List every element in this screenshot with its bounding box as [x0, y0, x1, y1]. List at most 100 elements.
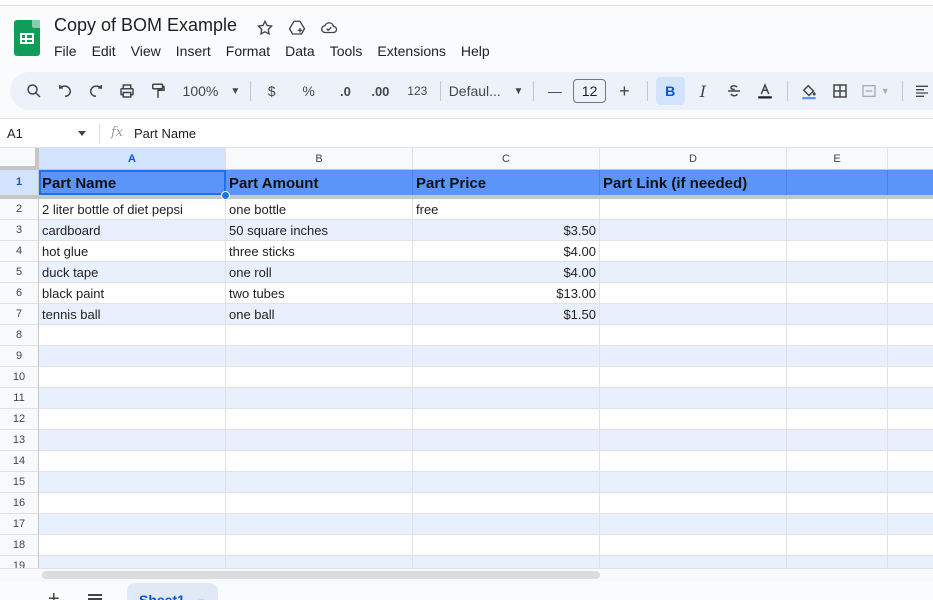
table-cell[interactable]: [787, 556, 888, 568]
column-header-d[interactable]: D: [600, 148, 787, 170]
table-cell[interactable]: [888, 346, 933, 367]
row-header[interactable]: 18: [0, 535, 39, 556]
search-menus-icon[interactable]: [22, 77, 47, 105]
table-cell[interactable]: [600, 556, 787, 568]
table-cell[interactable]: [226, 451, 413, 472]
add-sheet-icon[interactable]: +: [48, 588, 60, 600]
table-cell[interactable]: [888, 451, 933, 472]
row-header[interactable]: 2: [0, 199, 39, 220]
scrollbar-thumb[interactable]: [42, 571, 600, 579]
table-cell[interactable]: [600, 283, 787, 304]
fill-handle[interactable]: [221, 191, 230, 200]
table-cell[interactable]: [39, 451, 226, 472]
table-cell[interactable]: [39, 430, 226, 451]
table-cell[interactable]: [888, 409, 933, 430]
table-cell[interactable]: 50 square inches: [226, 220, 413, 241]
table-cell[interactable]: free: [413, 199, 600, 220]
header-cell[interactable]: [787, 170, 888, 195]
table-cell[interactable]: [787, 430, 888, 451]
formula-input[interactable]: Part Name: [134, 126, 196, 141]
table-cell[interactable]: [39, 388, 226, 409]
row-header[interactable]: 10: [0, 367, 39, 388]
table-cell[interactable]: [787, 262, 888, 283]
row-header[interactable]: 11: [0, 388, 39, 409]
table-cell[interactable]: [787, 367, 888, 388]
table-cell[interactable]: [600, 367, 787, 388]
table-cell[interactable]: [600, 409, 787, 430]
table-cell[interactable]: [787, 304, 888, 325]
menu-extensions[interactable]: Extensions: [377, 43, 445, 59]
sheet-tab[interactable]: Sheet1 ▼: [127, 583, 218, 600]
table-cell[interactable]: [600, 514, 787, 535]
header-cell[interactable]: Part Link (if needed): [600, 170, 787, 195]
merge-cells-icon[interactable]: ▼: [858, 77, 892, 105]
table-cell[interactable]: [600, 472, 787, 493]
row-header[interactable]: 3: [0, 220, 39, 241]
bold-button[interactable]: B: [655, 77, 685, 105]
table-cell[interactable]: cardboard: [39, 220, 226, 241]
table-cell[interactable]: [787, 535, 888, 556]
table-cell[interactable]: three sticks: [226, 241, 413, 262]
table-cell[interactable]: [39, 556, 226, 568]
fill-color-icon[interactable]: [796, 77, 821, 105]
row-header[interactable]: 4: [0, 241, 39, 262]
table-cell[interactable]: [888, 556, 933, 568]
print-icon[interactable]: [115, 77, 140, 105]
table-cell[interactable]: [413, 388, 600, 409]
column-header-e[interactable]: E: [787, 148, 888, 170]
table-cell[interactable]: [413, 493, 600, 514]
table-cell[interactable]: [600, 262, 787, 283]
menu-help[interactable]: Help: [461, 43, 490, 59]
table-cell[interactable]: 2 liter bottle of diet pepsi: [39, 199, 226, 220]
row-header[interactable]: 6: [0, 283, 39, 304]
format-currency-button[interactable]: $: [259, 77, 284, 105]
table-cell[interactable]: [413, 346, 600, 367]
table-cell[interactable]: $4.00: [413, 241, 600, 262]
table-cell[interactable]: [888, 304, 933, 325]
star-icon[interactable]: [255, 18, 275, 38]
menu-view[interactable]: View: [131, 43, 161, 59]
menu-insert[interactable]: Insert: [176, 43, 211, 59]
table-cell[interactable]: [600, 304, 787, 325]
table-cell[interactable]: [226, 472, 413, 493]
table-cell[interactable]: [600, 325, 787, 346]
table-cell[interactable]: [226, 556, 413, 568]
table-cell[interactable]: [39, 493, 226, 514]
table-cell[interactable]: [888, 325, 933, 346]
horizontal-align-icon[interactable]: ▼: [911, 77, 933, 105]
table-cell[interactable]: [888, 220, 933, 241]
table-cell[interactable]: one roll: [226, 262, 413, 283]
header-cell[interactable]: [888, 170, 933, 195]
row-header[interactable]: 8: [0, 325, 39, 346]
table-cell[interactable]: tennis ball: [39, 304, 226, 325]
row-header[interactable]: 1: [0, 170, 39, 195]
table-cell[interactable]: [413, 430, 600, 451]
table-cell[interactable]: [600, 451, 787, 472]
menu-format[interactable]: Format: [226, 43, 270, 59]
table-cell[interactable]: [39, 514, 226, 535]
menu-data[interactable]: Data: [285, 43, 315, 59]
table-cell[interactable]: [413, 409, 600, 430]
table-cell[interactable]: $3.50: [413, 220, 600, 241]
increase-font-size-icon[interactable]: +: [612, 77, 637, 105]
table-cell[interactable]: [600, 535, 787, 556]
row-header[interactable]: 19: [0, 556, 39, 568]
horizontal-scrollbar[interactable]: [0, 568, 933, 582]
table-cell[interactable]: [888, 514, 933, 535]
row-header[interactable]: 13: [0, 430, 39, 451]
table-cell[interactable]: [226, 346, 413, 367]
table-cell[interactable]: [226, 514, 413, 535]
table-cell[interactable]: [888, 535, 933, 556]
table-cell[interactable]: [39, 472, 226, 493]
table-cell[interactable]: [888, 241, 933, 262]
text-color-icon[interactable]: [752, 77, 777, 105]
row-header[interactable]: 12: [0, 409, 39, 430]
table-cell[interactable]: [787, 325, 888, 346]
table-cell[interactable]: [39, 409, 226, 430]
row-header[interactable]: 15: [0, 472, 39, 493]
table-cell[interactable]: [413, 535, 600, 556]
increase-decimal-button[interactable]: .00: [368, 77, 393, 105]
table-cell[interactable]: [226, 535, 413, 556]
zoom-select[interactable]: 100% ▼: [183, 77, 241, 105]
table-cell[interactable]: [39, 346, 226, 367]
